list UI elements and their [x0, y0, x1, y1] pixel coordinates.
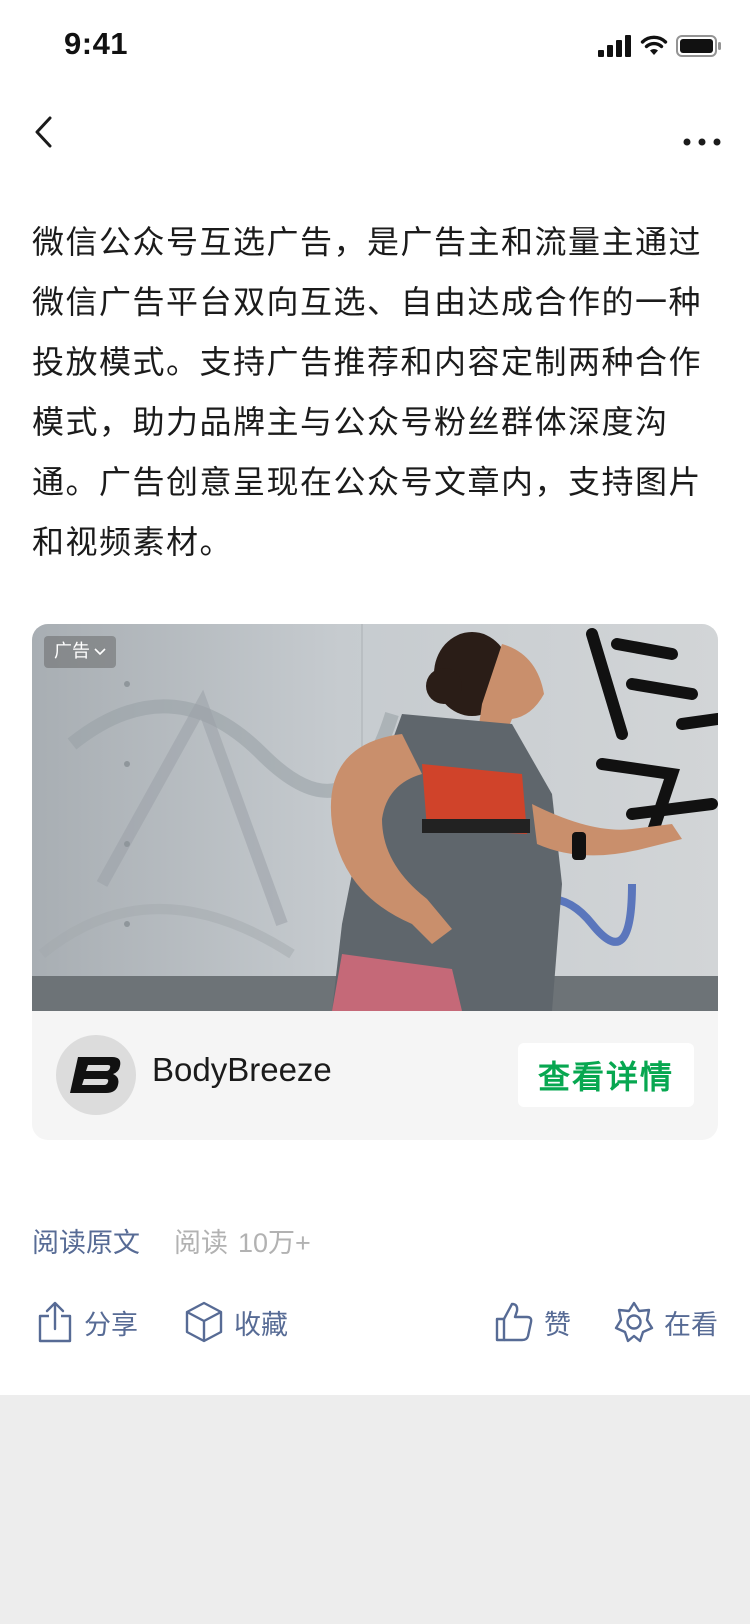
status-icons	[598, 34, 722, 58]
ad-photo-runner	[32, 624, 718, 1011]
signal-icon	[598, 35, 631, 57]
ad-footer: BodyBreeze 查看详情	[32, 1011, 718, 1140]
brand-name[interactable]: BodyBreeze	[152, 1051, 332, 1089]
thumbs-up-icon	[495, 1302, 533, 1342]
status-time: 9:41	[64, 26, 129, 61]
brand-logo-icon	[70, 1057, 121, 1093]
ad-tag[interactable]: 广告	[44, 636, 116, 668]
ad-image[interactable]: 广告	[32, 624, 718, 1011]
bottom-area	[0, 1395, 750, 1624]
brand-avatar[interactable]	[56, 1035, 136, 1115]
wow-label: 在看	[664, 1309, 718, 1341]
favorite-button[interactable]: 收藏	[184, 1294, 288, 1350]
read-count-label: 阅读	[174, 1227, 228, 1259]
chevron-left-icon	[35, 116, 52, 148]
share-label: 分享	[84, 1309, 138, 1341]
more-horizontal-icon	[683, 138, 721, 146]
wifi-icon	[640, 35, 668, 55]
like-label: 赞	[544, 1309, 571, 1341]
view-details-button[interactable]: 查看详情	[518, 1043, 694, 1107]
read-count-value: 10万+	[238, 1227, 311, 1258]
article-text: 微信公众号互选广告，是广告主和流量主通过微信广告平台双向互选、自由达成合作的一种…	[32, 223, 703, 561]
wow-button[interactable]: 在看	[614, 1294, 718, 1350]
ad-card[interactable]: 广告 BodyBreeze 查看详情	[32, 624, 718, 1140]
read-row: 阅读原文 阅读 10万+	[32, 1218, 311, 1262]
back-button[interactable]	[26, 108, 66, 156]
article-body: 微信公众号互选广告，是广告主和流量主通过微信广告平台双向互选、自由达成合作的一种…	[32, 212, 720, 572]
wow-star-icon	[614, 1301, 654, 1343]
read-original-link[interactable]: 阅读原文	[32, 1221, 140, 1260]
status-bar: 9:41	[0, 0, 750, 96]
like-button[interactable]: 赞	[494, 1294, 571, 1350]
more-button[interactable]	[680, 108, 724, 156]
ad-tag-label: 广告	[54, 641, 90, 662]
favorite-label: 收藏	[234, 1309, 288, 1341]
action-bar: 分享 收藏 赞 在看	[0, 1294, 750, 1350]
box-icon	[185, 1301, 223, 1343]
chevron-down-icon	[94, 648, 106, 656]
share-icon	[38, 1301, 72, 1343]
battery-icon	[676, 35, 721, 57]
top-nav	[0, 96, 750, 168]
share-button[interactable]: 分享	[36, 1294, 138, 1350]
